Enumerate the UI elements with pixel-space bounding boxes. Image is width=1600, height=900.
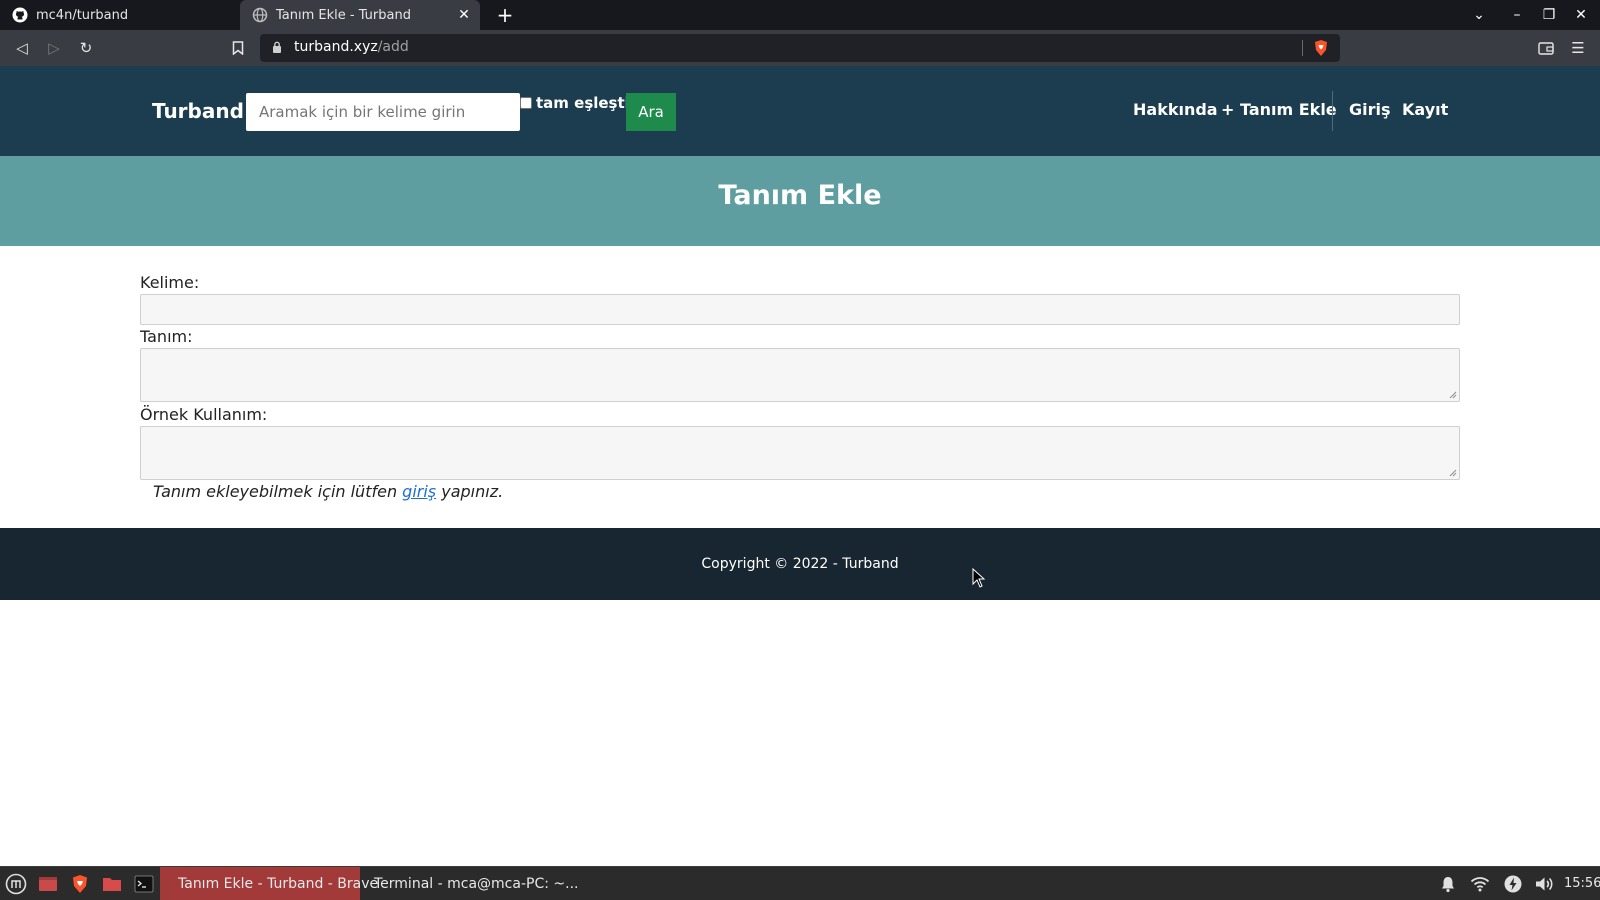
definition-textarea[interactable] [140, 348, 1460, 402]
word-label: Kelime: [140, 273, 200, 292]
example-label: Örnek Kullanım: [140, 405, 268, 424]
github-icon [12, 7, 28, 23]
site-brand[interactable]: Turband [152, 99, 244, 123]
terminal-icon[interactable] [133, 873, 155, 895]
notification-bell-icon[interactable] [1438, 874, 1458, 894]
copyright-text: Copyright © 2022 - Turband [701, 556, 899, 572]
volume-icon[interactable] [1534, 874, 1554, 894]
browser-tab-strip: mc4n/turband Tanım Ekle - Turband ✕ + ⌄ … [0, 0, 1600, 30]
browser-tab-title: mc4n/turband [36, 7, 129, 23]
lock-icon [273, 41, 281, 53]
resize-grip-icon[interactable] [1449, 469, 1457, 477]
show-desktop-icon[interactable] [37, 873, 59, 895]
bookmark-icon[interactable] [228, 38, 248, 58]
wallet-icon[interactable] [1536, 38, 1556, 58]
search-input[interactable] [246, 93, 520, 131]
word-input[interactable] [140, 294, 1460, 325]
login-required-note: Tanım ekleyebilmek için lütfen giriş yap… [153, 482, 504, 501]
exact-match-label: tam eşleştir [536, 94, 638, 112]
definition-label: Tanım: [140, 327, 193, 346]
brave-browser-icon[interactable] [69, 873, 91, 895]
url-separator [1302, 40, 1303, 56]
page-title: Tanım Ekle [718, 180, 882, 211]
system-taskbar: Tanım Ekle - Turband - Brave Terminal - … [0, 866, 1600, 900]
minimize-icon[interactable]: – [1506, 5, 1528, 25]
menu-icon[interactable]: ☰ [1568, 38, 1588, 58]
browser-tab-github[interactable]: mc4n/turband [0, 0, 240, 30]
brave-shield-icon[interactable] [1312, 39, 1330, 57]
restore-icon[interactable]: ❐ [1538, 5, 1560, 25]
new-tab-icon[interactable]: + [494, 4, 516, 26]
browser-toolbar: ◁ ▷ ↻ turband.xyz/add ☰ [0, 30, 1600, 66]
site-footer: Copyright © 2022 - Turband [0, 528, 1600, 600]
file-manager-icon[interactable] [101, 873, 123, 895]
site-header: Turband tam eşleştir Ara Hakkında + Tanı… [0, 66, 1600, 156]
taskbar-window-terminal[interactable]: Terminal - mca@mca-PC: ~... [356, 867, 578, 900]
tab-list-chevron-icon[interactable]: ⌄ [1468, 5, 1490, 25]
nav-about-link[interactable]: Hakkında [1133, 100, 1218, 119]
close-window-icon[interactable]: ✕ [1570, 5, 1592, 25]
mouse-cursor-icon [972, 568, 986, 588]
nav-add-definition-link[interactable]: + Tanım Ekle [1221, 100, 1337, 119]
nav-register-link[interactable]: Kayıt [1402, 100, 1448, 119]
browser-tab-active[interactable]: Tanım Ekle - Turband ✕ [240, 0, 480, 30]
close-tab-icon[interactable]: ✕ [456, 7, 472, 23]
nav-divider [1332, 91, 1333, 131]
nav-login-link[interactable]: Giriş [1349, 100, 1391, 119]
forward-icon[interactable]: ▷ [44, 38, 64, 58]
example-textarea[interactable] [140, 426, 1460, 480]
start-menu-icon[interactable] [5, 873, 27, 895]
search-button[interactable]: Ara [626, 93, 676, 131]
exact-match-checkbox[interactable] [520, 97, 532, 109]
clock: 15:56 [1564, 876, 1600, 891]
login-link[interactable]: giriş [402, 482, 436, 501]
address-bar[interactable]: turband.xyz/add [260, 34, 1340, 62]
wifi-icon[interactable] [1470, 874, 1490, 894]
page-banner: Tanım Ekle [0, 156, 1600, 246]
globe-icon [252, 7, 268, 23]
taskbar-window-browser[interactable]: Tanım Ekle - Turband - Brave [160, 867, 378, 900]
reload-icon[interactable]: ↻ [76, 38, 96, 58]
browser-tab-title: Tanım Ekle - Turband [276, 7, 411, 23]
url-text: turband.xyz/add [294, 39, 409, 55]
power-icon[interactable] [1503, 874, 1523, 894]
resize-grip-icon[interactable] [1449, 391, 1457, 399]
back-icon[interactable]: ◁ [12, 38, 32, 58]
